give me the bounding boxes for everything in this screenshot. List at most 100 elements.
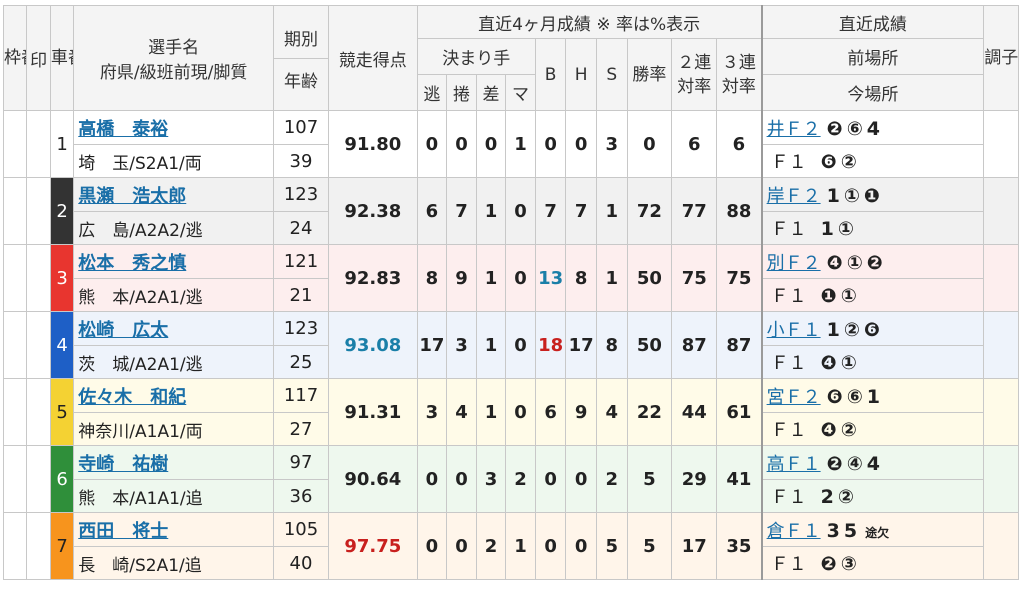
rider-region: 長 崎/S2A1/追	[73, 546, 274, 580]
score-cell: 92.38	[328, 177, 418, 245]
stat-makuri: 0	[446, 445, 477, 513]
header-kibetsu-label: 期別	[274, 17, 328, 59]
shirushi-cell	[26, 110, 51, 178]
prev-result: 4	[866, 452, 881, 475]
stat-three: 61	[716, 378, 763, 446]
rider-name-link[interactable]: 高橋 泰裕	[78, 119, 168, 140]
prev-result: ⑥	[846, 117, 863, 140]
prev-results-cell: 高Ｆ１ ❷ ④ 4	[760, 445, 985, 480]
stat-win: 0	[626, 110, 673, 178]
header-senshu-label: 選手名	[148, 38, 200, 58]
header-fuken-label: 府県/級班前現/脚質	[99, 63, 248, 83]
stat-three: 35	[716, 512, 763, 580]
stat-sashi: 1	[475, 378, 507, 446]
cur-label: Ｆ１	[770, 353, 807, 374]
prev-results-cell: 倉Ｆ１ 3 5 途欠	[760, 512, 985, 547]
header-sha: 車番	[49, 5, 75, 111]
stat-win: 5	[626, 512, 673, 580]
header-nenrei-label: 年齢	[283, 71, 318, 92]
stat-two: 44	[671, 378, 718, 446]
shirushi-cell	[26, 512, 51, 580]
prev-venue-link[interactable]: 別Ｆ２	[767, 253, 821, 274]
score-cell: 91.80	[328, 110, 418, 178]
prev-venue-link[interactable]: 小Ｆ１	[767, 320, 821, 341]
prev-result: ❷	[826, 117, 843, 140]
stat-h: 0	[565, 445, 597, 513]
cur-label: Ｆ１	[770, 152, 807, 173]
cur-result: ❷	[820, 553, 837, 575]
age-cell: 40	[272, 546, 330, 580]
stat-h: 8	[565, 244, 597, 312]
kibetsu-cell: 123	[272, 311, 330, 346]
rider-name-link[interactable]: 西田 将士	[78, 521, 168, 542]
prev-venue-link[interactable]: 倉Ｆ１	[767, 521, 821, 542]
prev-venue-link[interactable]: 宮Ｆ２	[767, 387, 821, 408]
header-h: H	[565, 38, 597, 111]
rider-name-cell: 佐々木 和紀	[73, 378, 274, 413]
rider-region: 熊 本/A2A1/逃	[73, 278, 274, 312]
stat-ma: 2	[505, 445, 536, 513]
shirushi-cell	[26, 378, 51, 446]
stat-h: 7	[565, 177, 597, 245]
score-cell: 92.83	[328, 244, 418, 312]
stat-win: 5	[626, 445, 673, 513]
stat-sashi: 0	[475, 110, 507, 178]
header-nirentai: ２連対率	[671, 38, 718, 111]
header-shirushi: 印	[26, 5, 51, 111]
header-sanrentai: ３連対率	[716, 38, 763, 111]
stat-makuri: 0	[446, 512, 477, 580]
shirushi-cell	[26, 311, 51, 379]
rider-region: 広 島/A2A2/逃	[73, 211, 274, 245]
rider-name-link[interactable]: 佐々木 和紀	[78, 387, 186, 408]
header-recent: 直近成績	[760, 5, 985, 39]
header-recent4: 直近4ヶ月成績 ※ 率は%表示	[416, 5, 763, 39]
prev-venue-link[interactable]: 井Ｆ２	[767, 119, 821, 140]
rider-name-cell: 寺崎 祐樹	[73, 445, 274, 480]
stat-b: 7	[534, 177, 567, 245]
prev-venue-link[interactable]: 岸Ｆ２	[767, 186, 821, 207]
stat-sashi: 3	[475, 445, 507, 513]
rider-name-link[interactable]: 松本 秀之慎	[78, 253, 186, 274]
score-cell: 90.64	[328, 445, 418, 513]
header-b: B	[534, 38, 567, 111]
waku-cell	[2, 378, 28, 446]
stat-nige: 0	[416, 512, 448, 580]
prev-result: 1	[826, 318, 840, 341]
cur-result: ②	[840, 151, 857, 173]
stat-h: 0	[565, 512, 597, 580]
shirushi-cell	[26, 177, 51, 245]
rider-name-cell: 黒瀬 浩太郎	[73, 177, 274, 212]
header-sashi: 差	[475, 74, 507, 111]
prev-result: 1	[826, 184, 840, 207]
cur-results-cell: Ｆ１ ❹ ②	[760, 412, 985, 446]
rider-name-link[interactable]: 寺崎 祐樹	[78, 454, 168, 475]
stat-nige: 3	[416, 378, 448, 446]
rider-name-link[interactable]: 黒瀬 浩太郎	[78, 186, 186, 207]
header-nige: 逃	[416, 74, 448, 111]
stat-ma: 0	[505, 177, 536, 245]
kibetsu-cell: 107	[272, 110, 330, 145]
header-konba: 今場所	[760, 74, 985, 111]
stat-three: 41	[716, 445, 763, 513]
cur-result: ❻	[820, 151, 837, 173]
prev-result: ②	[843, 318, 860, 341]
cur-label: Ｆ１	[770, 554, 807, 575]
prev-venue-link[interactable]: 高Ｆ１	[767, 454, 821, 475]
prev-results-cell: 井Ｆ２ ❷ ⑥ 4	[760, 110, 985, 145]
cur-result: ❶	[820, 285, 837, 307]
rider-name-link[interactable]: 松崎 広太	[78, 320, 168, 341]
rider-region: 神奈川/A1A1/両	[73, 412, 274, 446]
age-cell: 39	[272, 144, 330, 178]
stat-two: 17	[671, 512, 718, 580]
stat-win: 50	[626, 311, 673, 379]
prev-result: ❹	[826, 251, 843, 274]
stat-two: 77	[671, 177, 718, 245]
stat-sashi: 1	[475, 177, 507, 245]
rider-name-cell: 西田 将士	[73, 512, 274, 547]
cur-label: Ｆ１	[770, 420, 807, 441]
cur-results-cell: Ｆ１ 2 ②	[760, 479, 985, 513]
header-makuri: 捲	[446, 74, 477, 111]
header-choshi: 調子	[983, 5, 1019, 111]
waku-cell	[2, 244, 28, 312]
cur-results-cell: Ｆ１ ❶ ①	[760, 278, 985, 312]
